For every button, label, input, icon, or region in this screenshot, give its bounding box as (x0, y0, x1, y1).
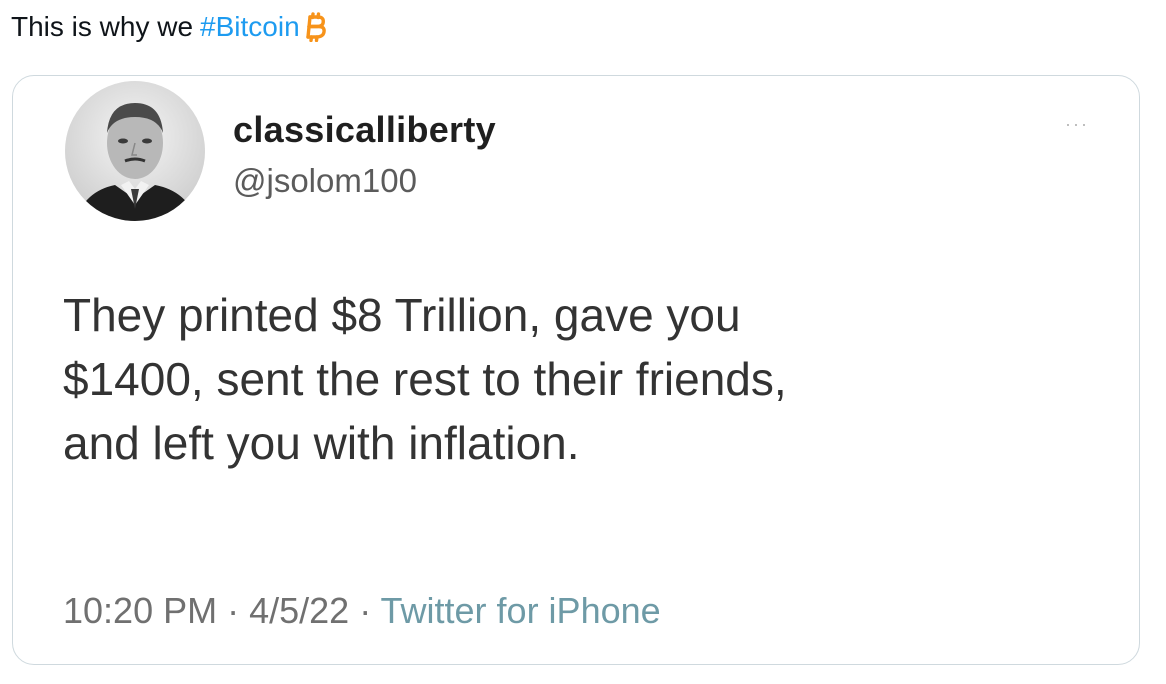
post-caption: This is why we #Bitcoin (11, 10, 328, 44)
tweet-time[interactable]: 10:20 PM (63, 590, 217, 631)
more-options-icon[interactable]: ··· (1065, 114, 1089, 135)
meta-separator: · (349, 590, 381, 631)
quoted-display-name[interactable]: classicalliberty (233, 109, 496, 151)
tweet-text-line: They printed $8 Trillion, gave you (63, 289, 741, 341)
caption-text: This is why we (11, 11, 194, 42)
quoted-tweet-card[interactable]: classicalliberty @jsolom100 ··· They pri… (12, 75, 1140, 665)
tweet-text-line: $1400, sent the rest to their friends, (63, 353, 787, 405)
portrait-avatar-icon[interactable] (65, 81, 205, 221)
bitcoin-icon (304, 12, 328, 42)
tweet-date[interactable]: 4/5/22 (249, 590, 349, 631)
meta-separator: · (217, 590, 250, 631)
hashtag-link[interactable]: #Bitcoin (200, 10, 300, 44)
tweet-text-line: and left you with inflation. (63, 417, 580, 469)
tweet-source-link[interactable]: Twitter for iPhone (381, 590, 661, 631)
tweet-metadata: 10:20 PM · 4/5/22 · Twitter for iPhone (63, 590, 661, 632)
quoted-handle[interactable]: @jsolom100 (233, 162, 417, 200)
quoted-tweet-text: They printed $8 Trillion, gave you $1400… (63, 283, 1063, 475)
